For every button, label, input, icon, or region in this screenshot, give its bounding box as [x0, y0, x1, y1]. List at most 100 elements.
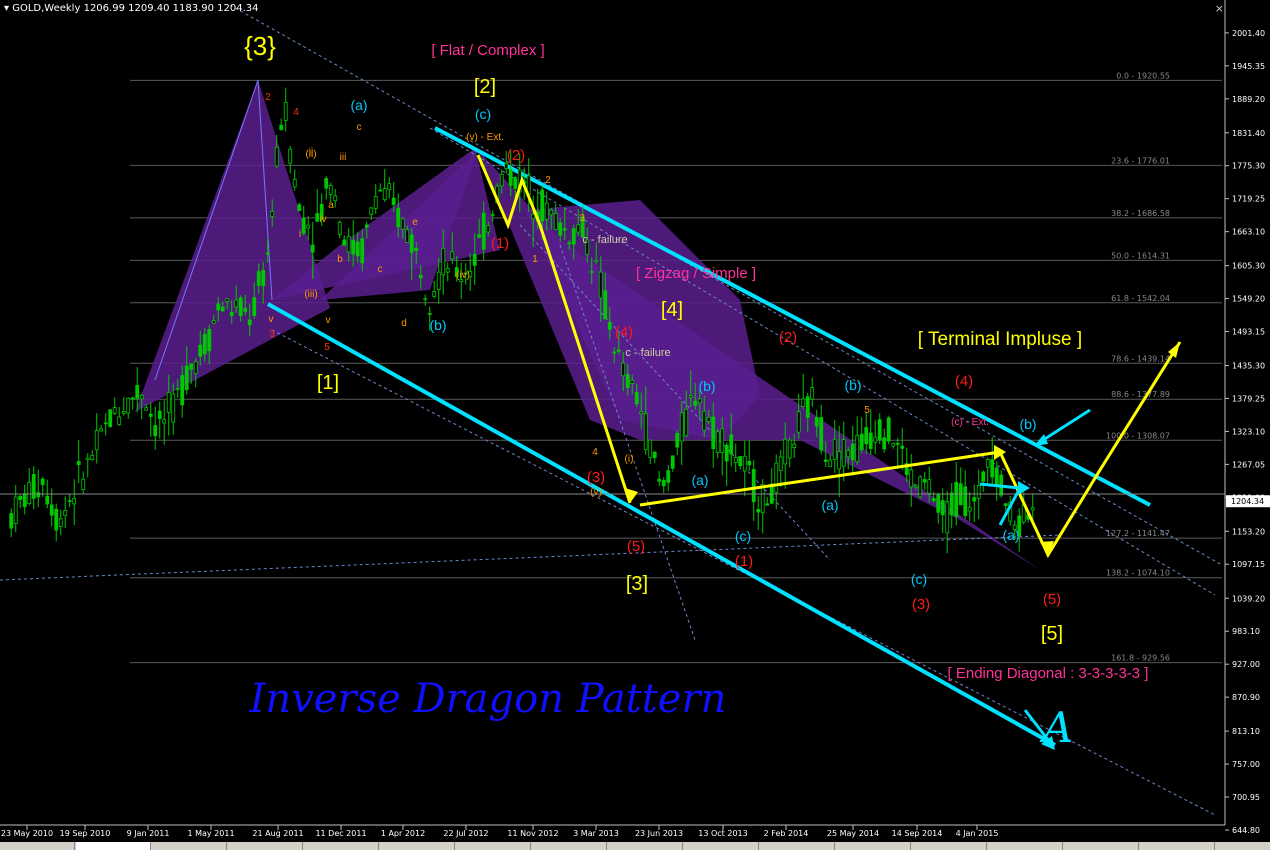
candle-body	[99, 428, 104, 432]
candle-body	[724, 444, 729, 462]
y-tick-label: 1267.05	[1232, 460, 1265, 469]
wave-label-cyan: (a)	[821, 497, 838, 513]
candle-body	[256, 271, 261, 286]
candle-body	[315, 213, 320, 222]
candle-body	[540, 189, 545, 222]
candle-body	[13, 496, 18, 524]
candle-body	[378, 189, 383, 192]
chart-tab[interactable]	[836, 842, 911, 850]
wave-label-cyan: (a)	[1002, 527, 1019, 543]
candle-body	[909, 469, 914, 488]
chart-tab[interactable]	[1064, 842, 1139, 850]
wave-label-5-box: [5]	[1041, 623, 1063, 645]
candle-body	[702, 410, 707, 431]
candle-body	[544, 202, 549, 220]
ending-diagonal-label: [ Ending Diagonal : 3-3-3-3-3 ]	[948, 665, 1149, 682]
chart-tab[interactable]	[532, 842, 607, 850]
x-tick-label: 21 Aug 2011	[252, 829, 303, 838]
candle-body	[994, 467, 999, 487]
candle-body	[90, 454, 95, 461]
candle-body	[310, 244, 315, 253]
candle-body	[945, 501, 950, 534]
candle-body	[81, 478, 86, 490]
chart-tab[interactable]	[684, 842, 759, 850]
candle-body	[103, 422, 108, 425]
extension-label: (v) - Ext.	[466, 132, 504, 143]
candle-body	[936, 494, 941, 513]
candle-body	[729, 434, 734, 455]
candle-body	[243, 307, 248, 312]
candle-body	[328, 185, 333, 195]
chart-tab[interactable]	[608, 842, 683, 850]
candle-body	[873, 436, 878, 443]
candle-body	[207, 329, 212, 352]
wave-label-cyan: (c)	[475, 106, 491, 122]
chart-tab[interactable]	[1140, 842, 1215, 850]
candle-body	[337, 222, 342, 235]
candle-body	[18, 495, 23, 500]
candle-body	[324, 178, 329, 189]
chart-tab[interactable]	[760, 842, 835, 850]
x-tick-label: 19 Sep 2010	[60, 829, 111, 838]
candle-body	[778, 456, 783, 472]
chart-tab[interactable]	[988, 842, 1063, 850]
candle-body	[400, 218, 405, 230]
chart-tab[interactable]	[76, 842, 151, 850]
candle-body	[841, 439, 846, 467]
wave-label-cyan: (b)	[844, 377, 861, 393]
candle-body	[990, 459, 995, 478]
x-tick-label: 23 Jun 2013	[635, 829, 683, 838]
symbol-label: GOLD,Weekly	[12, 3, 81, 14]
fib-label: 88.6 - 1377.89	[1111, 390, 1170, 399]
y-tick-label: 1153.20	[1232, 527, 1265, 536]
candle-body	[621, 362, 626, 377]
candle-body	[589, 271, 594, 273]
candle-body	[252, 297, 257, 316]
chart-tab[interactable]	[0, 842, 75, 850]
candle-body	[846, 450, 851, 458]
chart-tab[interactable]	[456, 842, 531, 850]
close-icon[interactable]: ×	[1215, 2, 1224, 15]
candle-body	[837, 451, 842, 470]
candle-body	[297, 204, 302, 212]
wave-label-small: c	[378, 264, 383, 275]
wave-label-small: iv	[319, 214, 326, 225]
dropdown-icon[interactable]: ▾	[4, 3, 9, 14]
candle-body	[531, 214, 536, 220]
candle-body	[373, 196, 378, 209]
chart-tabs	[0, 842, 1270, 850]
wave-label-small: (iii)	[304, 289, 317, 300]
fib-label: 50.0 - 1614.31	[1111, 251, 1170, 260]
candle-body	[72, 497, 77, 505]
candle-body	[333, 195, 338, 202]
candle-body	[481, 212, 486, 250]
chart-tab[interactable]	[380, 842, 455, 850]
candle-body	[499, 173, 504, 187]
y-tick-label: 1493.15	[1232, 328, 1265, 337]
candle-body	[45, 495, 50, 505]
chart-tab[interactable]	[912, 842, 987, 850]
candle-body	[625, 374, 630, 389]
candle-body	[963, 486, 968, 517]
wave-label-cyan: (a)	[691, 472, 708, 488]
candle-body	[117, 416, 122, 425]
chart-tab[interactable]	[228, 842, 303, 850]
fib-label: 0.0 - 1920.55	[1116, 71, 1170, 80]
chart-tab[interactable]	[152, 842, 227, 850]
candle-body	[274, 146, 279, 167]
wave-label-red: (5)	[627, 538, 645, 555]
candle-body	[1003, 503, 1008, 506]
chart-tab[interactable]	[304, 842, 379, 850]
pattern-title: Inverse Dragon Pattern	[249, 676, 727, 722]
candle-body	[450, 251, 455, 260]
candle-body	[774, 462, 779, 493]
candle-body	[513, 177, 518, 189]
candle-body	[693, 400, 698, 406]
candle-body	[477, 234, 482, 238]
candle-body	[94, 429, 99, 451]
candle-body	[166, 392, 171, 413]
candle-body	[67, 500, 72, 502]
candle-body	[225, 298, 230, 302]
wave-label-small: d	[401, 318, 407, 329]
chart-header: ▾ GOLD,Weekly 1206.99 1209.40 1183.90 12…	[4, 3, 259, 14]
